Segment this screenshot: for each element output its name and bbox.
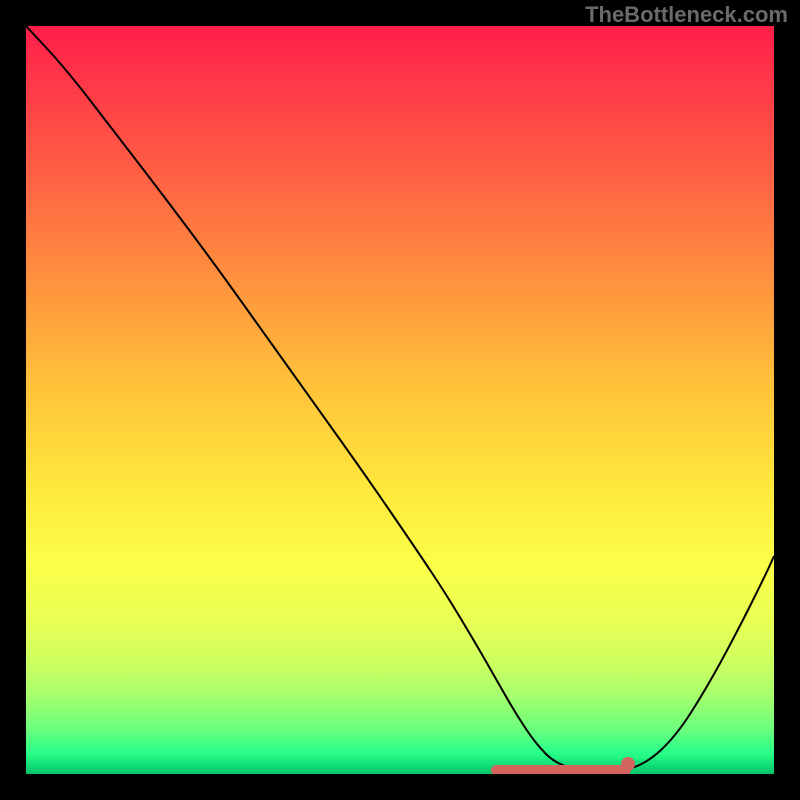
watermark-text: TheBottleneck.com <box>585 2 788 28</box>
chart-frame: TheBottleneck.com <box>0 0 800 800</box>
plot-area <box>26 26 774 774</box>
bottleneck-curve <box>26 26 774 772</box>
curve-svg <box>26 26 774 774</box>
optimal-point-dot <box>621 757 635 771</box>
